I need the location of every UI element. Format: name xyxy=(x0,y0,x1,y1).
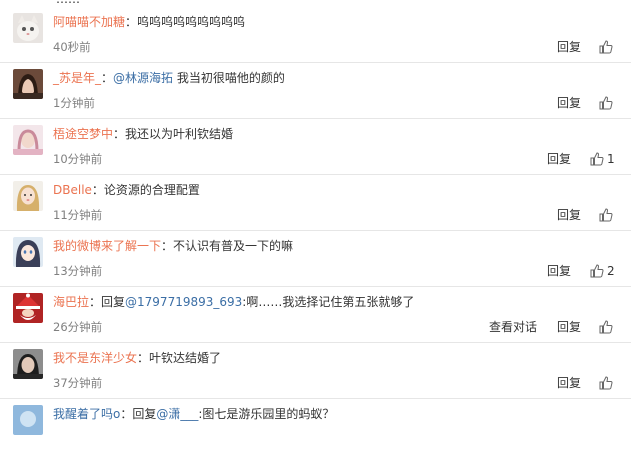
comment-time: 37分钟前 xyxy=(53,376,103,390)
avatar[interactable] xyxy=(13,237,43,267)
username-link[interactable]: DBelle xyxy=(53,183,92,197)
comment-line: DBelle：论资源的合理配置 xyxy=(53,182,200,198)
comment-text: 我当初很喵他的颜的 xyxy=(173,71,285,85)
comment-time: 13分钟前 xyxy=(53,264,103,278)
comment-time: 10分钟前 xyxy=(53,152,103,166)
comment-time: 40秒前 xyxy=(53,40,91,54)
like-count: 1 xyxy=(607,152,615,166)
comment-line: 阿喵喵不加糖：呜呜呜呜呜呜呜呜呜 xyxy=(53,15,246,29)
comment-time: 1分钟前 xyxy=(53,96,95,110)
thumbs-up-icon xyxy=(590,152,604,166)
thumbs-up-icon xyxy=(599,208,613,222)
comment-text: ：叶钦达结婚了 xyxy=(137,351,222,365)
username-link[interactable]: 我醒着了吗o xyxy=(53,407,120,421)
comment-line: _苏是年_：@林源海拓 我当初很喵他的颜的 xyxy=(53,71,285,85)
comment-time: 26分钟前 xyxy=(53,320,103,334)
username-link[interactable]: 我不是东洋少女 xyxy=(53,351,137,365)
comment-time: 11分钟前 xyxy=(53,208,103,222)
reply-button[interactable]: 回复 xyxy=(557,96,581,110)
like-button[interactable] xyxy=(599,374,613,392)
comment-line: 我不是东洋少女：叶钦达结婚了 xyxy=(53,350,221,366)
avatar[interactable] xyxy=(13,293,43,323)
comment-text: ：我还以为叶利钦结婚 xyxy=(113,127,234,141)
thumbs-up-icon xyxy=(599,96,613,110)
username-link[interactable]: 海巴拉 xyxy=(53,295,89,309)
comment-item: 我不是东洋少女：叶钦达结婚了 37分钟前 回复 xyxy=(0,342,631,399)
reply-prefix: ：回复 xyxy=(89,295,126,309)
thumbs-up-icon xyxy=(599,320,613,334)
comment-text: :图七是游乐园里的蚂蚁？ xyxy=(198,407,335,421)
avatar[interactable] xyxy=(13,69,43,99)
comment-item: 海巴拉：回复@1797719893_693:啊……我选择记住第五张就够了 26分… xyxy=(0,286,631,343)
mention-link[interactable]: @1797719893_693 xyxy=(125,295,242,309)
username-link[interactable]: _苏是年_ xyxy=(53,71,101,85)
comment-item: 我醒着了吗o：回复@潇___:图七是游乐园里的蚂蚁？ xyxy=(0,398,631,454)
comment-line: 梧途空梦中：我还以为叶利钦结婚 xyxy=(53,126,233,142)
avatar[interactable] xyxy=(13,125,43,155)
like-button[interactable] xyxy=(599,318,613,336)
username-link[interactable]: 梧途空梦中 xyxy=(53,127,113,141)
thumbs-up-icon xyxy=(599,376,613,390)
comment-item: _苏是年_：@林源海拓 我当初很喵他的颜的 1分钟前 回复 xyxy=(0,62,631,119)
avatar[interactable] xyxy=(13,405,43,435)
reply-prefix: ：回复 xyxy=(120,407,157,421)
comment-line: 我醒着了吗o：回复@潇___:图七是游乐园里的蚂蚁？ xyxy=(53,406,334,422)
thumbs-up-icon xyxy=(599,40,613,54)
reply-button[interactable]: 回复 xyxy=(557,40,581,54)
username-link[interactable]: 我的微博来了解一下 xyxy=(53,239,161,253)
avatar[interactable] xyxy=(13,181,43,211)
mention-link[interactable]: @林源海拓 xyxy=(113,71,173,85)
like-button[interactable]: 2 xyxy=(590,262,615,280)
comment-text: ：不认识有普及一下的嘛 xyxy=(161,239,294,253)
comment-item: 梧途空梦中：我还以为叶利钦结婚 10分钟前 回复 1 xyxy=(0,118,631,175)
avatar[interactable] xyxy=(13,349,43,379)
like-button[interactable] xyxy=(599,38,613,56)
comment-item: 阿喵喵不加糖：呜呜呜呜呜呜呜呜呜 40秒前 回复 xyxy=(0,6,631,63)
like-button[interactable]: 1 xyxy=(590,150,615,168)
comment-text: ：论资源的合理配置 xyxy=(91,183,200,197)
reply-button[interactable]: 回复 xyxy=(557,376,581,390)
reply-button[interactable]: 回复 xyxy=(547,152,571,166)
like-count: 2 xyxy=(607,264,615,278)
comment-line: 我的微博来了解一下：不认识有普及一下的嘛 xyxy=(53,238,293,254)
comment-text: 呜呜呜呜呜呜呜呜呜 xyxy=(137,15,246,29)
comment-text: :啊……我选择记住第五张就够了 xyxy=(242,295,415,309)
avatar[interactable] xyxy=(13,13,43,43)
like-button[interactable] xyxy=(599,206,613,224)
username-link[interactable]: 阿喵喵不加糖 xyxy=(53,15,125,29)
comment-item: 我的微博来了解一下：不认识有普及一下的嘛 13分钟前 回复 2 xyxy=(0,230,631,287)
reply-button[interactable]: 回复 xyxy=(557,208,581,222)
reply-button[interactable]: 回复 xyxy=(557,320,581,334)
reply-button[interactable]: 回复 xyxy=(547,264,571,278)
view-dialog-link[interactable]: 查看对话 xyxy=(489,320,537,334)
mention-link[interactable]: @潇___ xyxy=(156,407,198,421)
comment-item: DBelle：论资源的合理配置 11分钟前 回复 xyxy=(0,174,631,231)
like-button[interactable] xyxy=(599,94,613,112)
thumbs-up-icon xyxy=(590,264,604,278)
comment-line: 海巴拉：回复@1797719893_693:啊……我选择记住第五张就够了 xyxy=(53,294,414,310)
